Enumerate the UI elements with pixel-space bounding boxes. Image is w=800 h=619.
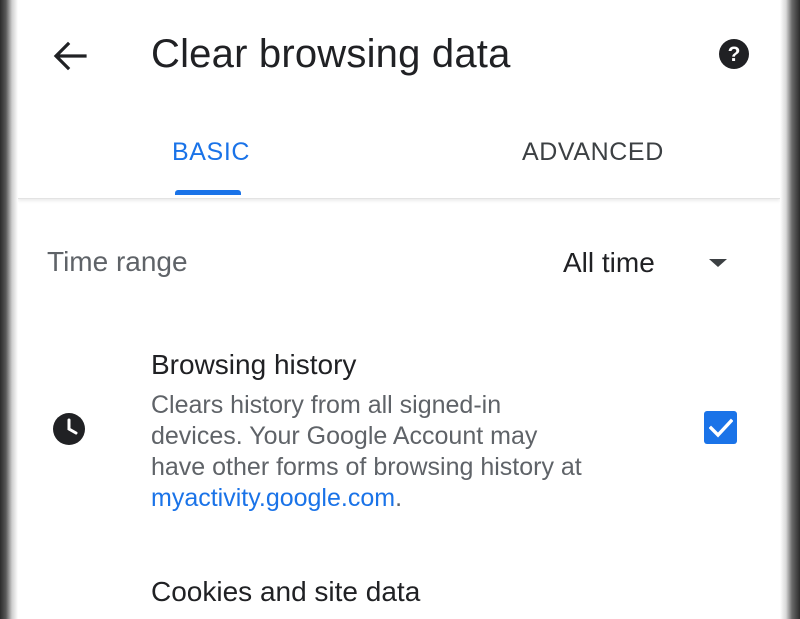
tab-advanced[interactable]: ADVANCED xyxy=(522,138,664,167)
description-line: Clears history from all signed-in xyxy=(151,391,502,419)
help-button[interactable]: ? xyxy=(718,38,750,70)
description-line: devices. Your Google Account may xyxy=(151,422,538,450)
browsing-history-checkbox[interactable] xyxy=(704,411,737,444)
time-range-dropdown[interactable]: All time xyxy=(558,240,758,286)
tab-basic[interactable]: BASIC xyxy=(172,138,250,167)
cookies-title: Cookies and site data xyxy=(151,576,421,607)
back-button[interactable] xyxy=(48,36,92,76)
browsing-history-title: Browsing history xyxy=(151,349,357,380)
description-line: have other forms of browsing history at xyxy=(151,453,582,481)
app-bar: Clear browsing data ? BASIC ADVANCED xyxy=(18,0,780,199)
page-title: Clear browsing data xyxy=(151,32,511,76)
device-frame: Clear browsing data ? BASIC ADVANCED Tim… xyxy=(0,0,800,619)
tab-indicator xyxy=(175,190,241,195)
checkmark-icon xyxy=(708,418,733,437)
clock-icon xyxy=(53,413,85,445)
link-suffix: . xyxy=(395,484,403,512)
time-range-value: All time xyxy=(563,247,655,278)
svg-text:?: ? xyxy=(728,43,741,66)
arrow-back-icon xyxy=(53,41,87,71)
time-range-label: Time range xyxy=(47,246,188,277)
browsing-history-description: Clears history from all signed-in device… xyxy=(151,390,651,514)
dropdown-arrow-icon xyxy=(709,259,727,267)
description-line: myactivity.google.com. xyxy=(151,483,651,514)
screen: Clear browsing data ? BASIC ADVANCED Tim… xyxy=(18,0,780,619)
myactivity-link[interactable]: myactivity.google.com xyxy=(151,484,395,512)
help-icon: ? xyxy=(719,39,749,69)
